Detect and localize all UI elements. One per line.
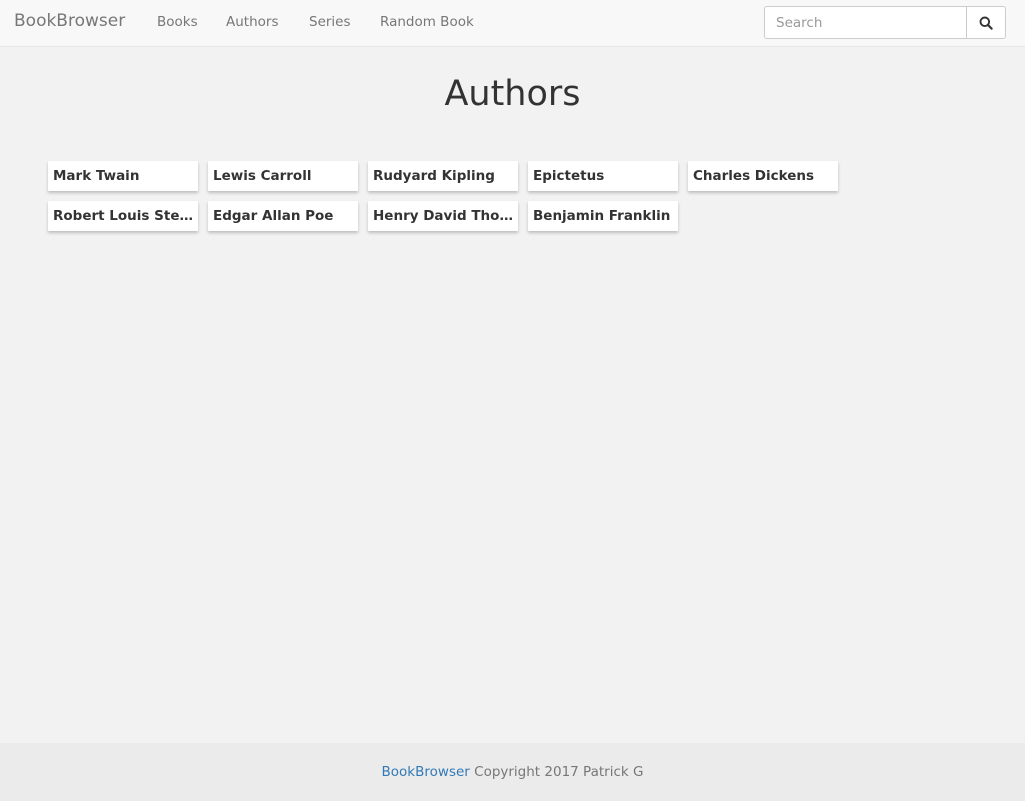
footer-brand-link[interactable]: BookBrowser: [382, 764, 470, 780]
navbar: BookBrowser Books Authors Series Random …: [0, 0, 1025, 47]
search-icon: [979, 16, 993, 30]
author-card-epictetus[interactable]: Epictetus: [528, 161, 678, 191]
author-card-henry-david-thoreau[interactable]: Henry David Thoreau: [368, 201, 518, 231]
author-card-lewis-carroll[interactable]: Lewis Carroll: [208, 161, 358, 191]
footer-copyright: Copyright 2017 Patrick G: [474, 764, 644, 780]
author-card-charles-dickens[interactable]: Charles Dickens: [688, 161, 838, 191]
search-form: [764, 6, 1006, 39]
search-input[interactable]: [764, 6, 967, 39]
author-card-mark-twain[interactable]: Mark Twain: [48, 161, 198, 191]
page-title: Authors: [444, 74, 581, 114]
footer: BookBrowser Copyright 2017 Patrick G: [0, 743, 1025, 801]
nav-link-authors[interactable]: Authors: [226, 14, 278, 30]
nav-link-books[interactable]: Books: [157, 14, 198, 30]
author-card-edgar-allan-poe[interactable]: Edgar Allan Poe: [208, 201, 358, 231]
author-card-benjamin-franklin[interactable]: Benjamin Franklin: [528, 201, 678, 231]
search-button[interactable]: [966, 6, 1006, 39]
author-card-rudyard-kipling[interactable]: Rudyard Kipling: [368, 161, 518, 191]
nav-link-random-book[interactable]: Random Book: [380, 14, 474, 30]
brand-link[interactable]: BookBrowser: [14, 11, 125, 31]
author-card-robert-louis-stevenson[interactable]: Robert Louis Stevenson: [48, 201, 198, 231]
nav-link-series[interactable]: Series: [309, 14, 351, 30]
